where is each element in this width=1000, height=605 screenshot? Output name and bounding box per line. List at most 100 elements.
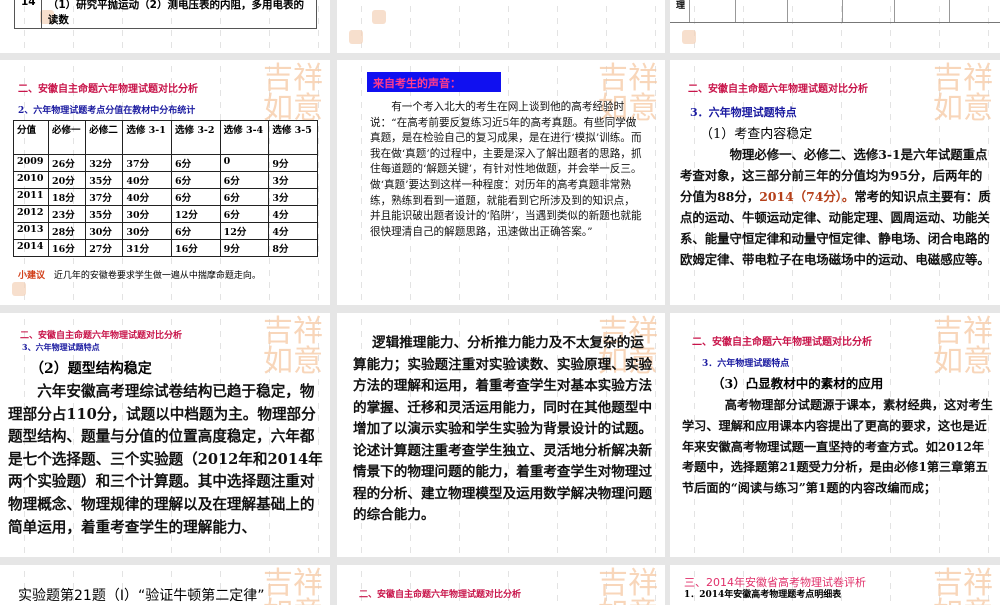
- section-heading: （3）凸显教材中的素材的应用: [712, 376, 884, 391]
- section-heading: （1）考查内容稳定: [700, 127, 813, 142]
- watermark: 吉祥如意: [263, 314, 323, 379]
- table-row: 2010 20分 35分 40分 6分 6分 3分: [12, 171, 318, 189]
- table-row: 2011 18分 37分 40分 6分 6分 3分: [12, 188, 318, 206]
- highlight-text: 2014（74分）。: [759, 189, 855, 204]
- table-cell: 2010: [12, 171, 50, 189]
- header-cell: 分值: [12, 120, 50, 155]
- tip-label: 小建议: [18, 271, 46, 281]
- header-cell: 必修一: [48, 120, 87, 155]
- slide-subtitle: 3．六年物理试题特点: [702, 359, 790, 369]
- slide-thumbnail[interactable]: 理: [670, 0, 1000, 53]
- slide-subtitle: 3、六年物理试题特点: [22, 342, 100, 352]
- table-row: 2013 28分 30分 30分 6分 12分 4分: [12, 222, 318, 240]
- header-cell: 选修 3-4: [219, 120, 270, 155]
- table-cell: 6分: [219, 205, 270, 223]
- table-cell: 3分: [268, 171, 318, 189]
- slide-thumbnail[interactable]: 吉祥如意 逻辑推理能力、分析推力能力及不太复杂的运算能力；实验题注重对实验读数、…: [337, 313, 665, 557]
- slide-thumbnail[interactable]: 吉祥如意 二、安徽自主命题六年物理试题对比分析 3．六年物理试题特点 （3）凸显…: [670, 313, 1000, 557]
- section-text: 逻辑推理能力、分析推力能力及不太复杂的运算能力；实验题注重对实验读数、实验原理、…: [353, 335, 653, 523]
- table-cell: 18分: [48, 188, 87, 206]
- slide-thumbnail[interactable]: 吉祥如意 三、2014年安徽省高考物理试卷评析 1．2014年安徽高考物理题考点…: [670, 565, 1000, 605]
- banner: 来自考生的声音：: [367, 72, 501, 92]
- row-text: （1）研究平抛运动（2）测电压表的内阻，多用电表的读数: [47, 0, 304, 26]
- table-cell: 30分: [122, 205, 173, 223]
- slide-thumbnail[interactable]: 吉祥如意 实验题第21题（Ⅰ）“验证牛顿第二定律”: [0, 565, 330, 605]
- table-cell: 理: [670, 0, 690, 22]
- watermark: 吉祥如意: [933, 61, 993, 126]
- seal-icon: [682, 30, 696, 44]
- slide-thumbnail[interactable]: 14 （1）研究平抛运动（2）测电压表的内阻，多用电表的读数: [0, 0, 330, 53]
- table-cell: 37分: [85, 188, 124, 206]
- header-cell: 选修 3-2: [171, 120, 221, 155]
- table-fragment: 14 （1）研究平抛运动（2）测电压表的内阻，多用电表的读数: [14, 0, 317, 29]
- slide-subtitle: 2、六年物理试题考点分值在教材中分布统计: [18, 106, 196, 116]
- table-cell: 9分: [219, 239, 270, 257]
- section-text: 高考物理部分试题源于课本，素材经典，这对考生学习、理解和应用课本内容提出了更高的…: [682, 398, 993, 496]
- table-cell: 9分: [268, 154, 318, 172]
- table-cell: 16分: [48, 239, 87, 257]
- score-table: 分值 必修一 必修二 选修 3-1 选修 3-2 选修 3-4 选修 3-5 2009 26分…: [12, 120, 318, 257]
- watermark: 吉祥如意: [933, 314, 993, 379]
- table-cell: 23分: [48, 205, 87, 223]
- table-cell: 26分: [48, 154, 87, 172]
- watermark: 吉祥如意: [263, 61, 323, 126]
- table-cell: 20分: [48, 171, 87, 189]
- slide-thumbnail[interactable]: 吉祥如意 二、安徽自主命题六年物理试题对比分析 3、六年物理试题特点 （2）题型…: [0, 313, 330, 557]
- slide-thumbnail[interactable]: 吉祥如意 来自考生的声音： 有一个考入北大的考生在网上谈到他的高考经验时说：“在…: [337, 60, 665, 305]
- table-cell: 16分: [171, 239, 221, 257]
- table-cell: 6分: [219, 188, 270, 206]
- slide-title: 二、安徽自主命题六年物理试题对比分析: [20, 331, 183, 341]
- seal-icon: [372, 10, 386, 24]
- quote-text: 有一个考入北大的考生在网上谈到他的高考经验时说：“在高考前要反复练习近5年的高考…: [370, 101, 642, 238]
- section-text: 实验题第21题（Ⅰ）“验证牛顿第二定律”: [18, 588, 265, 604]
- table-cell: 6分: [219, 171, 270, 189]
- slide-subtitle: 3．六年物理试题特点: [690, 106, 797, 119]
- table-cell: 6分: [171, 171, 221, 189]
- table-cell: 4分: [268, 222, 318, 240]
- slide-title: 二、安徽自主命题六年物理试题对比分析: [18, 84, 198, 95]
- table-cell: 8分: [268, 239, 318, 257]
- table-cell: 4分: [268, 205, 318, 223]
- tip-text: 近几年的安徽卷要求学生做一遍从中揣摩命题走向。: [53, 271, 261, 281]
- table-row: 2012 23分 35分 30分 12分 6分 4分: [12, 205, 318, 223]
- table-cell: 2012: [12, 205, 50, 223]
- table-cell: 31分: [122, 239, 173, 257]
- table-cell: 40分: [122, 171, 173, 189]
- seal-icon: [349, 30, 363, 44]
- table-row: 2009 26分 32分 37分 6分 0 9分: [12, 154, 318, 172]
- table-cell: 6分: [171, 154, 221, 172]
- table-cell: 40分: [122, 188, 173, 206]
- table-fragment: 理: [670, 0, 1000, 23]
- slide-title: 二、安徽自主命题六年物理试题对比分析: [692, 337, 872, 348]
- table-cell: 3分: [268, 188, 318, 206]
- slide-subtitle: 1．2014年安徽高考物理题考点明细表: [684, 590, 842, 600]
- slide-title: 二、安徽自主命题六年物理试题对比分析: [359, 590, 522, 600]
- section-text: 六年安徽高考理综试卷结构已趋于稳定，物理部分占110分，试题以中档题为主。物理部…: [8, 383, 323, 536]
- header-cell: 必修二: [85, 120, 124, 155]
- slide-thumbnail[interactable]: [337, 0, 665, 53]
- slide-thumbnail[interactable]: 吉祥如意 二、安徽自主命题六年物理试题对比分析 2、六年物理试题考点分值在教材中…: [0, 60, 330, 305]
- table-cell: 2014: [12, 239, 50, 257]
- table-header-row: 分值 必修一 必修二 选修 3-1 选修 3-2 选修 3-4 选修 3-5: [12, 120, 318, 155]
- section-text: 物理必修一、必修二、选修3-1是六年试题重点考查对象，这三部分前三年的分值均为9…: [680, 144, 992, 270]
- header-cell: 选修 3-5: [268, 120, 318, 155]
- table-cell: 27分: [85, 239, 124, 257]
- table-cell: 35分: [85, 205, 124, 223]
- table-cell: 30分: [122, 222, 173, 240]
- table-cell: 28分: [48, 222, 87, 240]
- table-cell: 2009: [12, 154, 50, 172]
- slide-thumbnail[interactable]: 吉祥如意 二、安徽自主命题六年物理试题对比分析: [337, 565, 665, 605]
- table-cell: 32分: [85, 154, 124, 172]
- table-cell: 6分: [171, 222, 221, 240]
- table-cell: 2011: [12, 188, 50, 206]
- slide-title: 二、安徽自主命题六年物理试题对比分析: [688, 84, 868, 95]
- table-cell: 30分: [85, 222, 124, 240]
- table-row: 2014 16分 27分 31分 16分 9分 8分: [12, 239, 318, 257]
- table-cell: 6分: [171, 188, 221, 206]
- slide-thumbnail[interactable]: 吉祥如意 二、安徽自主命题六年物理试题对比分析 3．六年物理试题特点 （1）考查…: [670, 60, 1000, 305]
- table-cell: 12分: [171, 205, 221, 223]
- table-cell: 12分: [219, 222, 270, 240]
- table-cell: 0: [219, 154, 270, 172]
- row-number: 14: [15, 0, 42, 28]
- section-heading: （2）题型结构稳定: [30, 361, 152, 377]
